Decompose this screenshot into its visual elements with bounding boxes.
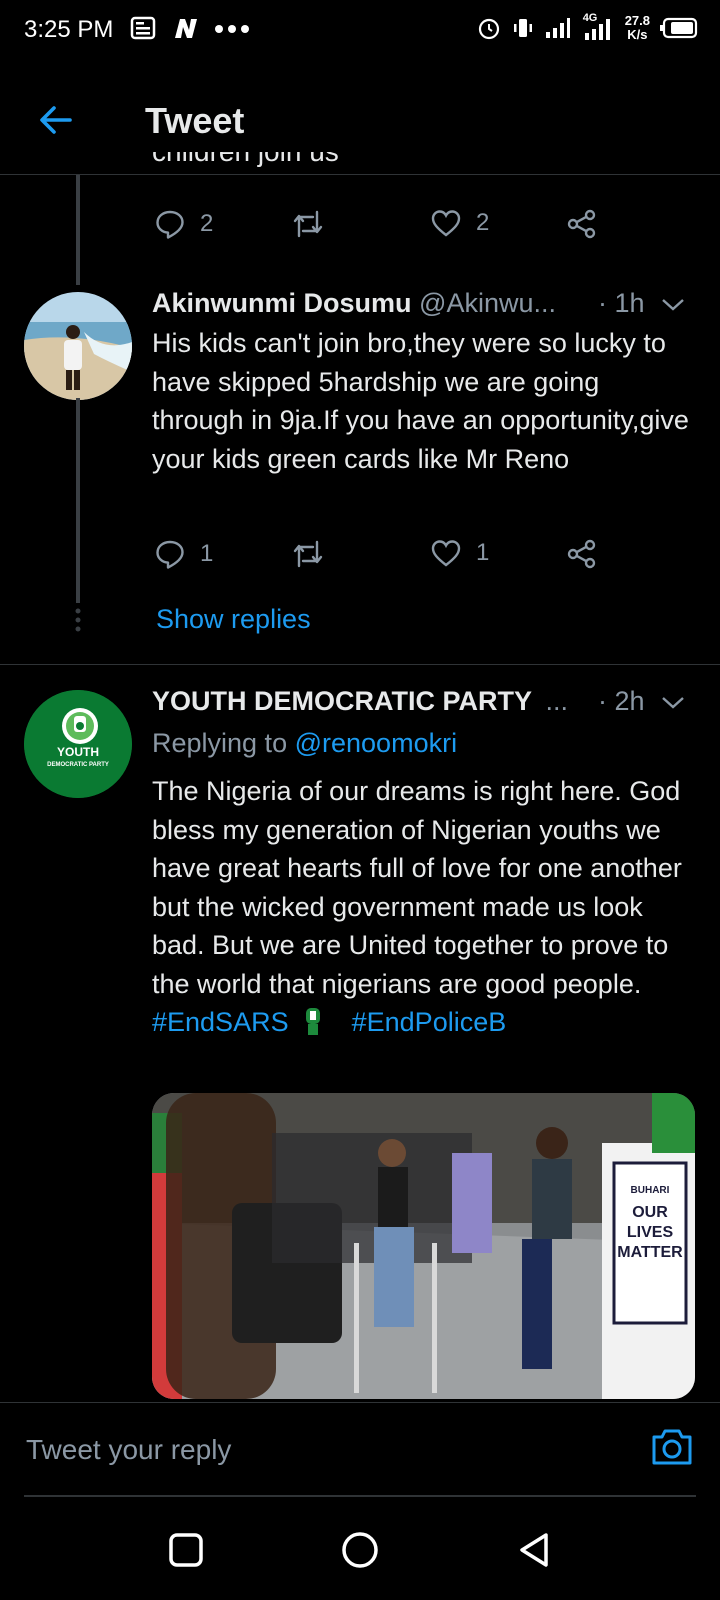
nav-circle-icon[interactable]: [340, 1530, 380, 1570]
like-count: 2: [476, 209, 490, 236]
divider: [0, 664, 720, 665]
page-title: Tweet: [145, 100, 245, 141]
replying-to: Replying to @renoomokri: [152, 728, 458, 758]
system-nav-bar: [0, 1500, 720, 1600]
retweet-icon: [293, 210, 323, 238]
chevron-down-icon[interactable]: [660, 690, 686, 716]
news-app-icon: [130, 16, 156, 40]
reply-input[interactable]: [24, 1433, 588, 1467]
avatar[interactable]: [24, 292, 132, 400]
tweet-text: His kids can't join bro,they were so luc…: [152, 328, 689, 474]
n-app-icon: [175, 19, 197, 38]
nav-triangle-icon[interactable]: [514, 1530, 554, 1570]
share-icon: [567, 209, 596, 239]
back-arrow-icon[interactable]: [36, 100, 76, 140]
reply-count: 1: [200, 540, 214, 567]
thread-line: [76, 175, 80, 285]
like-icon: [431, 540, 461, 567]
retweet-icon: [293, 540, 323, 568]
retweet-button[interactable]: [290, 208, 326, 240]
hashtag-endpoliceb[interactable]: #EndPoliceB: [352, 1007, 507, 1037]
network-speed: 27.8 K/s: [624, 13, 650, 42]
reply-icon: [156, 210, 184, 239]
nav-square-icon[interactable]: [166, 1530, 206, 1570]
share-button[interactable]: [566, 208, 598, 240]
share-button[interactable]: [566, 538, 598, 570]
like-icon: [431, 210, 461, 237]
tweet-text-partial: children join us: [152, 152, 339, 182]
top-app-bar: Tweet: [0, 64, 720, 175]
author-handle[interactable]: @Akinwu...: [419, 288, 556, 318]
tweet-actions: 2 2: [150, 208, 620, 248]
avatar-photo: [24, 292, 132, 400]
tweet-author-line: YOUTH DEMOCRATIC PARTY ...: [152, 686, 572, 717]
ydp-logo: YOUTH DEMOCRATIC PARTY: [24, 690, 132, 798]
more-thread-dots-icon: [75, 608, 81, 632]
reply-count: 2: [200, 210, 214, 237]
show-replies-link[interactable]: Show replies: [156, 604, 311, 635]
reply-icon: [156, 540, 184, 569]
camera-icon[interactable]: [650, 1427, 694, 1467]
signal-icon-2: [584, 19, 610, 40]
protest-photo: BUHARI OUR LIVES MATTER: [152, 1093, 695, 1399]
chevron-down-icon[interactable]: [660, 292, 686, 318]
svg-text:YOUTH: YOUTH: [57, 745, 99, 759]
author-name-ellipsis: ...: [545, 686, 569, 716]
more-dots-icon: [215, 25, 249, 33]
tweet-time: · 1h: [598, 288, 645, 318]
alarm-icon: [478, 18, 499, 40]
vibrate-icon: [513, 19, 532, 37]
svg-text:DEMOCRATIC PARTY: DEMOCRATIC PARTY: [47, 762, 109, 768]
thread-line: [76, 398, 80, 603]
tweet-time: · 2h: [598, 686, 645, 716]
reply-composer: [0, 1402, 720, 1497]
author-name[interactable]: Akinwunmi Dosumu: [152, 288, 412, 318]
tweet-image[interactable]: BUHARI OUR LIVES MATTER: [152, 1093, 695, 1399]
retweet-button[interactable]: [290, 538, 326, 570]
divider: [24, 1495, 696, 1497]
share-icon: [567, 539, 596, 569]
fist-emoji-icon: [306, 1008, 321, 1035]
hashtag-endsars[interactable]: #EndSARS: [152, 1007, 289, 1037]
like-count: 1: [476, 539, 490, 566]
svg-text:LIVES: LIVES: [627, 1224, 674, 1241]
tweet-actions: 1 1: [150, 538, 620, 578]
svg-text:OUR: OUR: [632, 1204, 668, 1221]
like-button[interactable]: 2: [430, 208, 489, 238]
reply-button[interactable]: 2: [154, 208, 213, 240]
status-bar: 3:25 PM 4G 27.8 K/s: [0, 0, 720, 64]
signal-icon: [545, 18, 570, 38]
like-button[interactable]: 1: [430, 538, 489, 568]
reply-button[interactable]: 1: [154, 538, 213, 570]
status-time: 3:25 PM: [24, 16, 114, 43]
author-name[interactable]: YOUTH DEMOCRATIC PARTY: [152, 686, 532, 716]
svg-text:MATTER: MATTER: [617, 1244, 683, 1261]
tweet-text: The Nigeria of our dreams is right here.…: [152, 776, 682, 1037]
svg-text:BUHARI: BUHARI: [631, 1185, 670, 1196]
replying-to-handle[interactable]: @renoomokri: [295, 728, 457, 758]
avatar[interactable]: YOUTH DEMOCRATIC PARTY: [24, 690, 132, 798]
battery-icon: [660, 17, 698, 39]
